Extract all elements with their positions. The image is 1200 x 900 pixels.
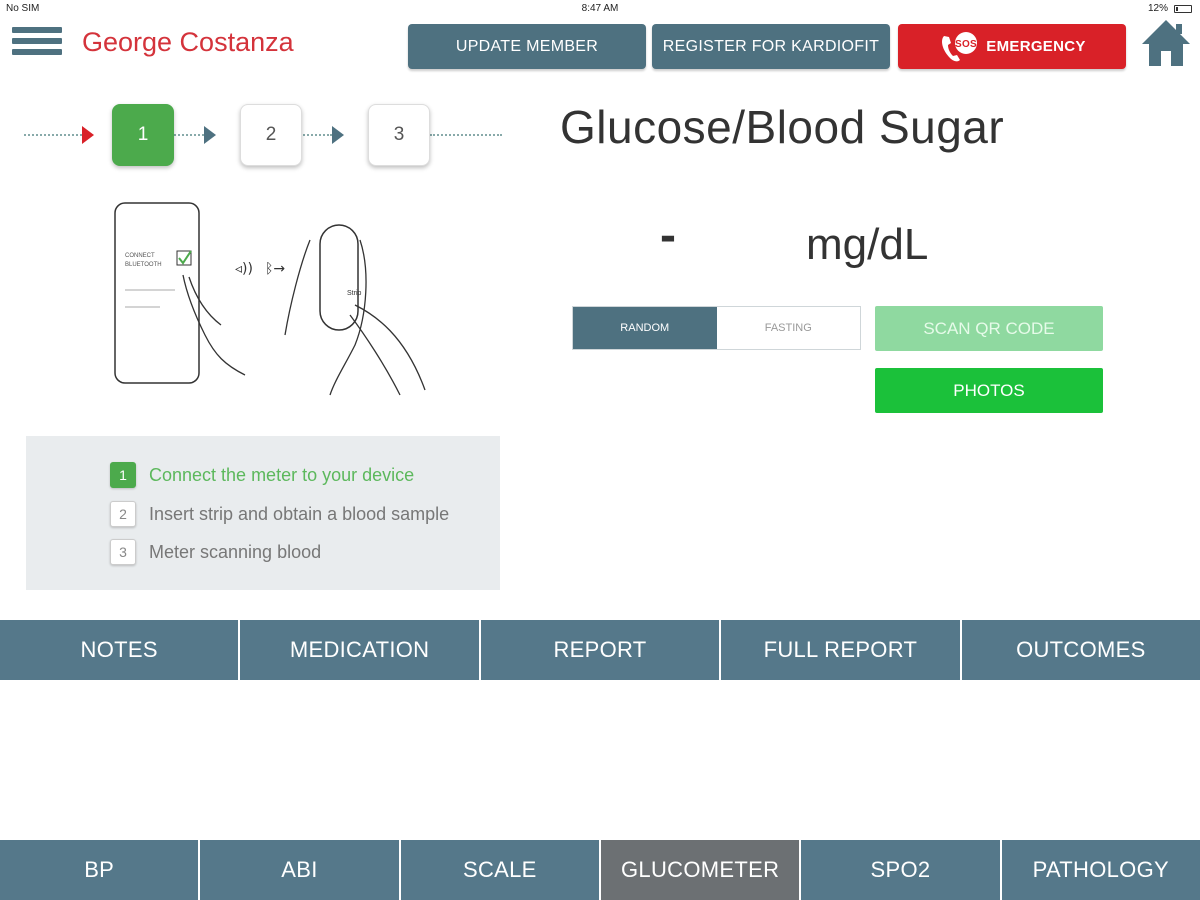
tab-bp[interactable]: BP: [0, 840, 201, 900]
reading-value: -: [660, 209, 676, 262]
menu-icon[interactable]: [12, 27, 62, 61]
phone-label: CONNECT: [125, 253, 155, 259]
instructions-panel: 1 Connect the meter to your device 2 Ins…: [26, 436, 500, 590]
sos-badge-text: SOS: [955, 39, 977, 50]
register-kardiofit-button[interactable]: REGISTER FOR KARDIOFIT: [652, 24, 890, 69]
tab-spo2[interactable]: SPO2: [801, 840, 1002, 900]
instruction-number: 2: [110, 501, 136, 527]
photos-button[interactable]: PHOTOS: [875, 368, 1103, 413]
tab-notes[interactable]: NOTES: [0, 620, 241, 680]
instruction-text: Connect the meter to your device: [149, 464, 415, 485]
reading-title: Glucose/Blood Sugar: [560, 101, 1005, 153]
tab-medication[interactable]: MEDICATION: [240, 620, 481, 680]
sos-phone-icon: SOS: [942, 31, 978, 61]
instruction-item: 3 Meter scanning blood: [110, 539, 321, 565]
battery-percent: 12%: [1147, 3, 1168, 14]
instruction-number: 3: [110, 539, 136, 565]
clock-text: 8:47 AM: [581, 3, 619, 14]
instruction-item: 2 Insert strip and obtain a blood sample: [110, 501, 449, 527]
device-tabs: BP ABI SCALE GLUCOMETER SPO2 PATHOLOGY: [0, 840, 1200, 900]
meter-label: Strip: [347, 290, 362, 297]
random-option[interactable]: RANDOM: [573, 307, 717, 349]
fasting-option[interactable]: FASTING: [716, 307, 860, 349]
measurement-mode-toggle: RANDOM FASTING: [572, 306, 861, 350]
instruction-item: 1 Connect the meter to your device: [110, 462, 414, 488]
section-tabs: NOTES MEDICATION REPORT FULL REPORT OUTC…: [0, 620, 1200, 680]
wireless-icon: ◃)): [235, 261, 253, 277]
instruction-number: 1: [110, 462, 136, 488]
tab-glucometer[interactable]: GLUCOMETER: [600, 840, 802, 900]
update-member-button[interactable]: UPDATE MEMBER: [408, 24, 646, 69]
instruction-text: Insert strip and obtain a blood sample: [149, 503, 450, 524]
stepper-arrow-icon: [204, 126, 216, 144]
progress-stepper: 1 2 3: [24, 100, 504, 170]
bluetooth-icon: ᛒ→: [265, 261, 285, 277]
instruction-text: Meter scanning blood: [149, 541, 322, 562]
tab-content-area: [0, 680, 1200, 840]
step-3[interactable]: 3: [368, 104, 430, 166]
tab-report[interactable]: REPORT: [480, 620, 722, 680]
status-bar: No SIM 8:47 AM 12%: [0, 0, 1200, 18]
tab-abi[interactable]: ABI: [200, 840, 401, 900]
tab-outcomes[interactable]: OUTCOMES: [961, 620, 1200, 680]
scan-qr-code-button[interactable]: SCAN QR CODE: [875, 306, 1103, 351]
tab-pathology[interactable]: PATHOLOGY: [1001, 840, 1200, 900]
tab-scale[interactable]: SCALE: [400, 840, 601, 900]
step-2[interactable]: 2: [240, 104, 302, 166]
connect-meter-illustration: CONNECT BLUETOOTH ◃)) ᛒ→ Strip: [114, 202, 426, 396]
home-icon[interactable]: [1140, 18, 1192, 68]
stepper-arrow-icon: [332, 126, 344, 144]
emergency-button[interactable]: SOS EMERGENCY: [898, 24, 1126, 69]
step-1[interactable]: 1: [112, 104, 174, 166]
member-name: George Costanza: [82, 27, 294, 57]
stepper-arrow-icon: [82, 126, 94, 144]
status-right: 12%: [1148, 3, 1192, 14]
reading-unit: mg/dL: [806, 220, 929, 269]
phone-label: BLUETOOTH: [125, 262, 162, 268]
battery-icon: [1174, 4, 1192, 13]
tab-full-report[interactable]: FULL REPORT: [721, 620, 962, 680]
emergency-label: EMERGENCY: [986, 38, 1086, 55]
